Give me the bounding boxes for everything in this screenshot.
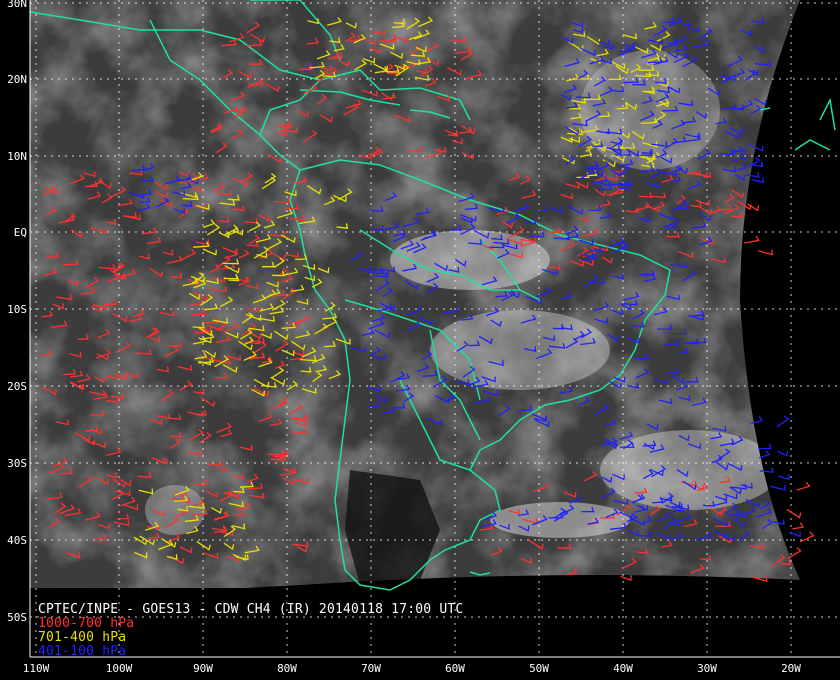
longitude-label: 70W bbox=[361, 662, 381, 675]
wind-barb bbox=[751, 177, 765, 183]
legend-mid-level: 701-400 hPa bbox=[38, 630, 127, 645]
wind-barb bbox=[778, 474, 790, 481]
wind-barb bbox=[786, 508, 802, 519]
legend-low-level: 1000-700 hPa bbox=[38, 616, 135, 631]
wind-barb bbox=[776, 415, 790, 428]
wind-barb bbox=[792, 522, 804, 530]
wind-barb bbox=[777, 450, 789, 457]
longitude-label: 50W bbox=[529, 662, 549, 675]
longitude-label: 90W bbox=[193, 662, 213, 675]
longitude-label: 60W bbox=[445, 662, 465, 675]
latitude-label: 30N bbox=[7, 0, 27, 10]
latitude-label: 10N bbox=[7, 150, 27, 163]
satellite-image bbox=[30, 0, 800, 600]
wind-barb bbox=[800, 531, 815, 543]
wind-barb bbox=[770, 484, 786, 491]
longitude-label: 40W bbox=[613, 662, 633, 675]
latitude-labels: 30N 20N 10N EQ 10S 20S 30S 40S 50S bbox=[7, 0, 27, 624]
latitude-label: 20N bbox=[7, 73, 27, 86]
longitude-label: 80W bbox=[277, 662, 297, 675]
longitude-label: 100W bbox=[106, 662, 133, 675]
wind-barb bbox=[744, 235, 760, 244]
longitude-label: 20W bbox=[781, 662, 801, 675]
satellite-map-canvas: 30N 20N 10N EQ 10S 20S 30S 40S 50S 110W 100W 90W 80… bbox=[7, 0, 840, 680]
wind-barb bbox=[758, 443, 772, 450]
latitude-label: 50S bbox=[7, 611, 27, 624]
latitude-label: 10S bbox=[7, 303, 27, 316]
wind-map: 30N 20N 10N EQ 10S 20S 30S 40S 50S 110W 100W 90W 80… bbox=[0, 0, 840, 680]
wind-barb bbox=[796, 481, 811, 491]
wind-barb bbox=[758, 249, 774, 256]
wind-barb bbox=[620, 575, 632, 582]
wind-barb bbox=[759, 450, 771, 459]
latitude-label: 40S bbox=[7, 534, 27, 547]
wind-barb bbox=[787, 547, 802, 559]
legend-high-level: 401-100 hPa bbox=[38, 644, 127, 659]
latitude-label: EQ bbox=[14, 226, 27, 239]
latitude-label: 30S bbox=[7, 457, 27, 470]
longitude-label: 30W bbox=[697, 662, 717, 675]
longitude-label: 110W bbox=[23, 662, 50, 675]
latitude-label: 20S bbox=[7, 380, 27, 393]
caption-title: CPTEC/INPE - GOES13 - CDW CH4 (IR) 20140… bbox=[38, 602, 464, 617]
